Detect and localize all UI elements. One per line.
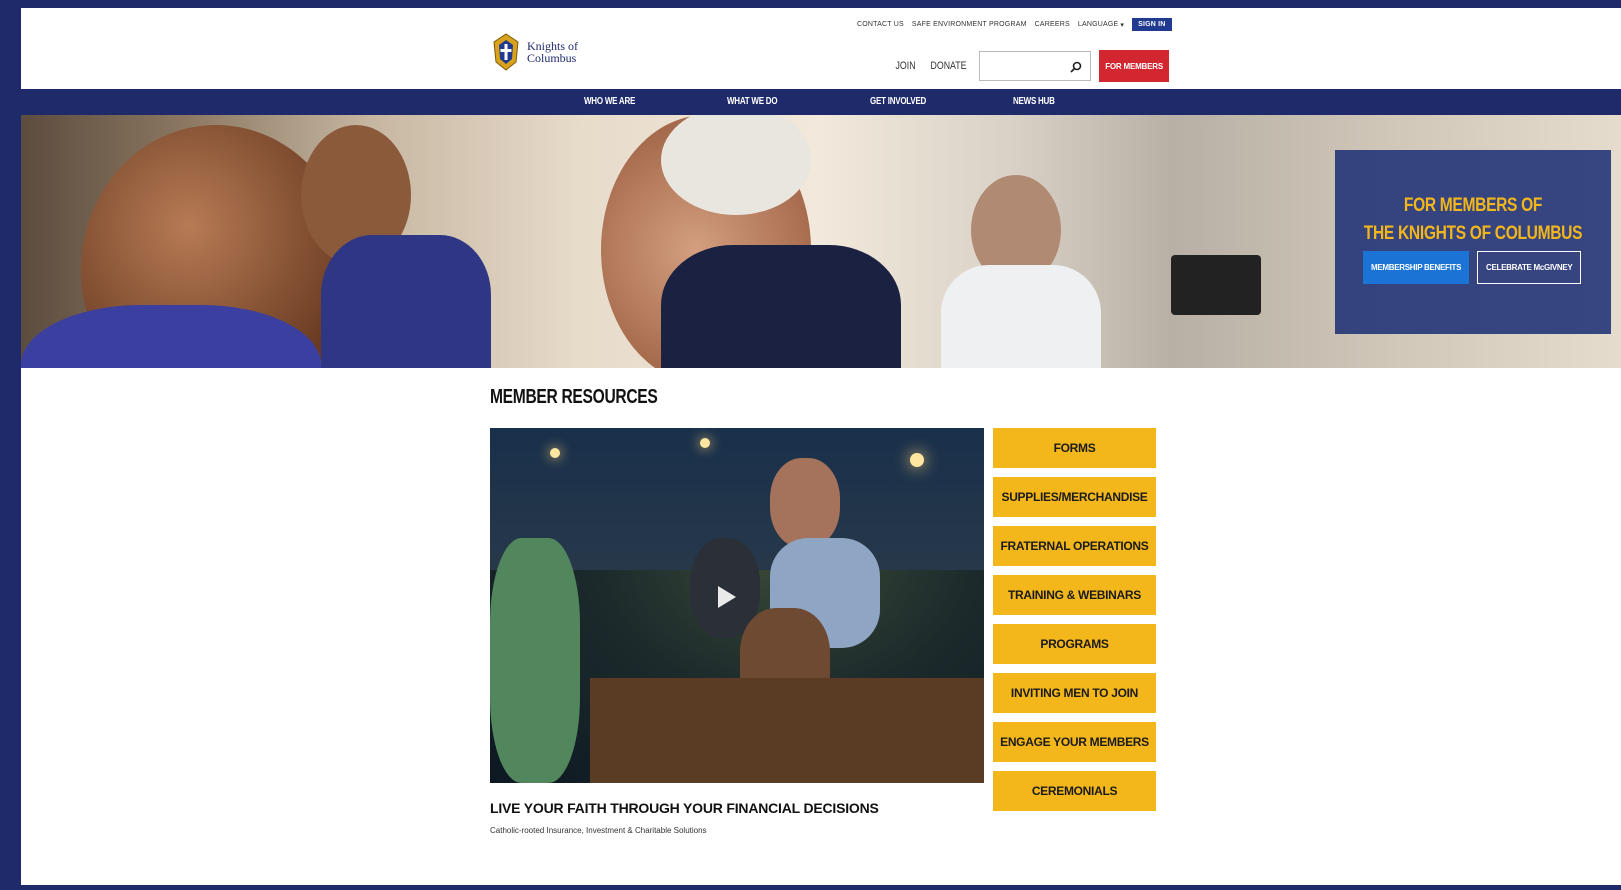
search-input[interactable] [979, 51, 1092, 81]
members-hero-card: FOR MEMBERS OF THE KNIGHTS OF COLUMBUS M… [1335, 150, 1611, 334]
inviting-men-to-join-button[interactable]: INVITING MEN TO JOIN [993, 673, 1156, 713]
safe-environment-link[interactable]: SAFE ENVIRONMENT PROGRAM [912, 21, 1027, 28]
hero-title-line1: FOR MEMBERS OF [1403, 195, 1543, 216]
nav-get-involved[interactable]: GET INVOLVED [870, 96, 926, 107]
fraternal-operations-button[interactable]: FRATERNAL OPERATIONS [993, 526, 1156, 566]
contact-link[interactable]: CONTACT US [857, 21, 904, 28]
kofc-logo[interactable]: Knights of Columbus [491, 32, 578, 72]
resource-links: FORMS SUPPLIES/MERCHANDISE FRATERNAL OPE… [993, 428, 1156, 820]
engage-your-members-button[interactable]: ENGAGE YOUR MEMBERS [993, 722, 1156, 762]
supplies-merchandise-button[interactable]: SUPPLIES/MERCHANDISE [993, 477, 1156, 517]
main-nav: WHO WE ARE WHAT WE DO GET INVOLVED NEWS … [21, 89, 1621, 115]
ceremonials-button[interactable]: CEREMONIALS [993, 771, 1156, 811]
logo-text-line2: Columbus [527, 51, 577, 65]
header-actions: JOIN DONATE FOR MEMBERS [893, 50, 1170, 82]
member-resources-title: MEMBER RESOURCES [490, 386, 658, 408]
hero-title-line2: THE KNIGHTS OF COLUMBUS [1363, 223, 1583, 244]
utility-nav: CONTACT US SAFE ENVIRONMENT PROGRAM CARE… [857, 18, 1172, 31]
forms-button[interactable]: FORMS [993, 428, 1156, 468]
language-dropdown[interactable]: LANGUAGE ▾ [1078, 21, 1124, 29]
careers-link[interactable]: CAREERS [1035, 21, 1070, 28]
page: Knights of Columbus CONTACT US SAFE ENVI… [18, 8, 1621, 888]
chevron-down-icon: ▾ [1120, 21, 1125, 29]
video-subtitle: Catholic-rooted Insurance, Investment & … [490, 826, 707, 835]
sign-in-button[interactable]: SIGN IN [1132, 18, 1172, 31]
video-heading[interactable]: LIVE YOUR FAITH THROUGH YOUR FINANCIAL D… [490, 800, 879, 816]
video-player[interactable] [490, 428, 984, 783]
join-link[interactable]: JOIN [896, 60, 916, 72]
nav-who-we-are[interactable]: WHO WE ARE [584, 96, 635, 107]
search-icon[interactable] [1070, 60, 1082, 78]
emblem-icon [491, 32, 521, 72]
nav-news-hub[interactable]: NEWS HUB [1013, 96, 1055, 107]
training-webinars-button[interactable]: TRAINING & WEBINARS [993, 575, 1156, 615]
membership-benefits-button[interactable]: MEMBERSHIP BENEFITS [1363, 251, 1470, 284]
for-members-button[interactable]: FOR MEMBERS [1099, 50, 1170, 82]
play-icon[interactable] [718, 586, 736, 608]
nav-what-we-do[interactable]: WHAT WE DO [727, 96, 778, 107]
language-label: LANGUAGE [1077, 21, 1119, 28]
programs-button[interactable]: PROGRAMS [993, 624, 1156, 664]
celebrate-mcgivney-button[interactable]: CELEBRATE McGIVNEY [1477, 251, 1582, 284]
donate-link[interactable]: DONATE [931, 60, 967, 72]
